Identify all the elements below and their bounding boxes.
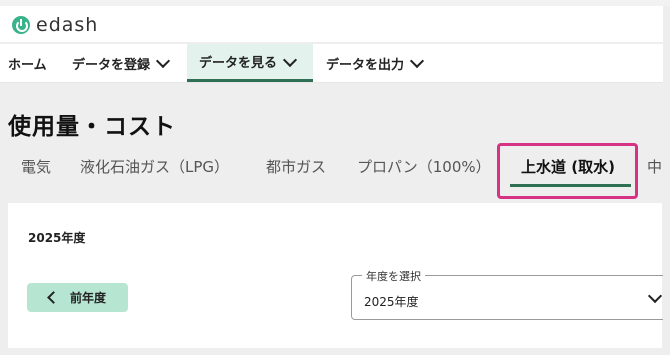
previous-year-label: 前年度: [70, 291, 107, 305]
app-header: edash: [0, 6, 663, 42]
chevron-down-icon: [282, 52, 298, 67]
nav-item-label: データを見る: [199, 56, 278, 71]
window-right-edge: [663, 6, 670, 355]
nav-item-home[interactable]: ホーム: [8, 44, 47, 82]
previous-year-button[interactable]: 前年度: [27, 283, 128, 312]
chevron-down-icon: [409, 53, 425, 69]
power-logo-icon: [12, 16, 30, 34]
logo[interactable]: edash: [12, 14, 98, 36]
nav-item-label: データを登録: [72, 57, 151, 73]
year-select-value: 2025年度: [364, 295, 419, 309]
tab-lpg[interactable]: 液化石油ガス（LPG）: [80, 156, 229, 177]
fiscal-year-label: 2025年度: [28, 231, 86, 245]
nav-item-label: データを出力: [326, 57, 405, 73]
tab-electricity[interactable]: 電気: [21, 156, 51, 177]
tab-next-partial[interactable]: 中: [647, 156, 662, 177]
logo-text: edash: [36, 14, 99, 36]
nav-item-register-data[interactable]: データを登録: [72, 44, 171, 82]
chevron-down-icon: [647, 288, 663, 304]
nav-item-view-data[interactable]: データを見る: [187, 44, 313, 82]
main-nav: ホーム データを登録 データを見る データを出力: [0, 44, 663, 83]
tab-city-gas[interactable]: 都市ガス: [266, 156, 326, 177]
year-select-legend: 年度を選択: [362, 268, 425, 284]
chevron-left-icon: [47, 291, 60, 304]
nav-item-label: ホーム: [8, 57, 47, 73]
year-select[interactable]: 年度を選択 2025年度: [351, 268, 669, 320]
tab-propane[interactable]: プロパン（100%）: [357, 156, 491, 177]
nav-item-export-data[interactable]: データを出力: [326, 44, 425, 82]
highlight-box: [497, 143, 638, 199]
page-title: 使用量・コスト: [8, 114, 176, 140]
chevron-down-icon: [155, 53, 171, 69]
content-card: 2025年度 前年度 年度を選択 2025年度: [8, 203, 669, 348]
